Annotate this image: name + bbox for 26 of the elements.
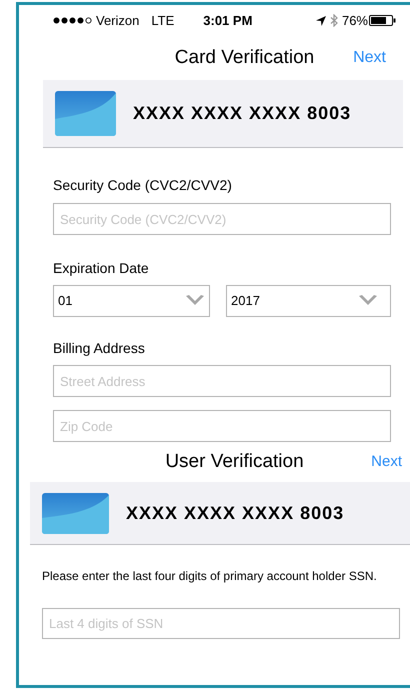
carrier-name: Verizon [96,12,140,30]
chevron-down-icon [185,295,205,307]
location-arrow-icon [316,16,326,26]
chevron-down-icon [358,295,378,307]
signal-icon [53,17,93,24]
instruction-text: Please enter the last four digits of primary account holder SSN. [42,569,378,583]
zip-code-field[interactable]: Zip Code [53,410,391,442]
screen-title: User Verification [165,450,304,474]
field-label: Security Code (CVC2/CVV2) [53,176,233,195]
field-label: Billing Address [53,339,146,358]
ssn-field[interactable]: Last 4 digits of SSN [42,608,400,639]
screen-title: Card Verification [174,46,314,70]
clock-time: 3:01 PM [203,12,252,30]
credit-card-icon [42,492,109,534]
security-code-field[interactable]: Security Code (CVC2/CVV2) [53,203,391,235]
year-dropdown[interactable]: 2017 [226,285,391,317]
street-address-field[interactable]: Street Address [53,365,391,397]
month-dropdown[interactable]: 01 [53,285,210,317]
battery-icon [369,15,396,26]
credit-card-icon [55,91,116,136]
field-label: Expiration Date [53,259,150,278]
masked-card-number: XXXX XXXX XXXX 8003 [133,102,352,125]
battery-percent: 76% [342,12,368,30]
bluetooth-icon [330,14,338,27]
network-type: LTE [151,12,174,30]
masked-card-number: XXXX XXXX XXXX 8003 [126,502,344,524]
